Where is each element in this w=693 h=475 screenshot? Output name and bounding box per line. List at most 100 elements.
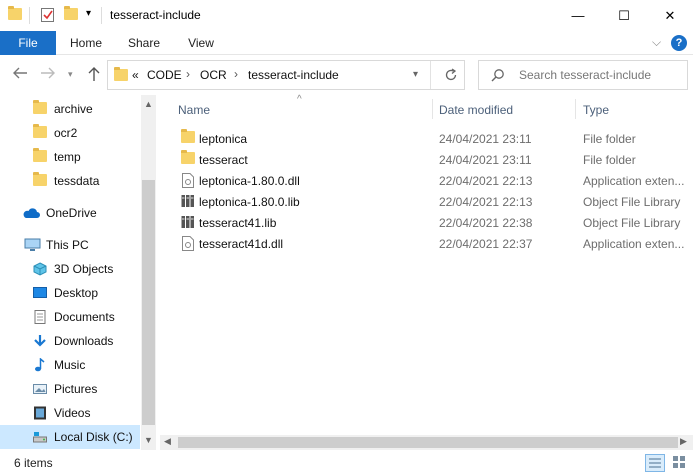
file-date: 22/04/2021 22:37: [439, 237, 533, 251]
folder-icon: [33, 100, 47, 116]
breadcrumb-tesseract-include[interactable]: tesseract-include: [248, 68, 339, 82]
maximize-button[interactable]: ☐: [601, 0, 647, 31]
nav-item-label: Documents: [54, 310, 115, 324]
dll-icon: [181, 173, 195, 188]
close-button[interactable]: ✕: [647, 0, 693, 31]
file-type: File folder: [583, 153, 636, 167]
nav-item-label: archive: [54, 102, 93, 116]
nav-item-videos[interactable]: Videos: [0, 401, 140, 425]
recent-locations-chevron-icon[interactable]: ▾: [68, 69, 73, 80]
lib-icon: [181, 194, 195, 208]
column-header-type[interactable]: Type: [583, 103, 609, 117]
address-bar[interactable]: « CODE › OCR › tesseract-include ▾: [107, 60, 465, 90]
tab-view[interactable]: View: [176, 31, 226, 55]
maximize-icon: ☐: [618, 7, 630, 23]
breadcrumb-overflow[interactable]: «: [132, 68, 139, 82]
file-row-leptonica[interactable]: leptonica 24/04/2021 23:11 File folder: [177, 128, 689, 149]
file-type: File folder: [583, 132, 636, 146]
window-title: tesseract-include: [110, 8, 201, 22]
nav-item-label: tessdata: [54, 174, 100, 188]
nav-item-label: Desktop: [54, 286, 99, 300]
nav-item-label: This PC: [46, 238, 89, 252]
folder-icon: [114, 67, 128, 84]
search-input[interactable]: Search tesseract-include: [478, 60, 688, 90]
tab-home[interactable]: Home: [60, 31, 112, 55]
properties-icon[interactable]: [40, 7, 56, 25]
file-row-leptonica-lib[interactable]: leptonica-1.80.0.lib 22/04/2021 22:13 Ob…: [177, 191, 689, 212]
folder-icon[interactable]: [8, 6, 22, 26]
close-icon: ✕: [664, 7, 676, 23]
folder-icon: [33, 172, 47, 188]
local-disk-icon: [33, 430, 47, 444]
file-name: tesseract41d.dll: [199, 237, 284, 251]
file-row-tesseract41d-dll[interactable]: tesseract41d.dll 22/04/2021 22:37 Applic…: [177, 233, 689, 254]
nav-item-label: Videos: [54, 406, 91, 420]
breadcrumb-code[interactable]: CODE: [147, 68, 182, 82]
nav-item-this-pc[interactable]: This PC: [0, 233, 140, 257]
tab-share[interactable]: Share: [118, 31, 170, 55]
column-divider[interactable]: [575, 99, 576, 119]
customize-quick-access-icon[interactable]: ▾: [86, 8, 91, 26]
column-header-name[interactable]: Name: [178, 103, 210, 117]
new-folder-icon[interactable]: [64, 6, 78, 26]
nav-item-3d-objects[interactable]: 3D Objects: [0, 257, 140, 281]
nav-item-temp[interactable]: temp: [0, 145, 140, 169]
file-row-tesseract[interactable]: tesseract 24/04/2021 23:11 File folder: [177, 149, 689, 170]
nav-item-tessdata[interactable]: tessdata: [0, 169, 140, 193]
help-icon[interactable]: ?: [671, 35, 687, 51]
large-icons-view-icon[interactable]: [670, 454, 688, 472]
nav-item-documents[interactable]: Documents: [0, 305, 140, 329]
videos-icon: [33, 406, 47, 420]
expand-ribbon-icon[interactable]: ⌵: [652, 35, 661, 50]
refresh-icon[interactable]: [444, 68, 458, 85]
file-name: leptonica-1.80.0.dll: [199, 174, 300, 188]
column-divider[interactable]: [432, 99, 433, 119]
file-name: tesseract41.lib: [199, 216, 277, 230]
file-type: Application exten...: [583, 237, 685, 251]
nav-item-desktop[interactable]: Desktop: [0, 281, 140, 305]
tab-file[interactable]: File: [0, 31, 56, 55]
minimize-button[interactable]: —: [555, 0, 601, 31]
file-date: 22/04/2021 22:13: [439, 174, 533, 188]
forward-arrow-icon[interactable]: [40, 66, 56, 83]
nav-item-ocr2[interactable]: ocr2: [0, 121, 140, 145]
nav-item-label: Downloads: [54, 334, 114, 348]
scroll-up-icon[interactable]: ▲: [144, 99, 153, 109]
file-name: tesseract: [199, 153, 248, 167]
folder-icon: [33, 148, 47, 164]
pictures-icon: [33, 382, 47, 396]
nav-item-label: Music: [54, 358, 86, 372]
chevron-right-icon[interactable]: ›: [186, 67, 190, 81]
dll-icon: [181, 236, 195, 251]
divider: [101, 7, 102, 24]
navigation-scroll-thumb[interactable]: [142, 180, 155, 425]
up-arrow-icon[interactable]: [87, 66, 101, 85]
nav-item-local-disk-c[interactable]: Local Disk (C:): [0, 425, 140, 449]
file-row-leptonica-dll[interactable]: leptonica-1.80.0.dll 22/04/2021 22:13 Ap…: [177, 170, 689, 191]
horizontal-scroll-thumb[interactable]: [178, 437, 678, 448]
scroll-left-icon[interactable]: ◀: [164, 436, 171, 447]
nav-item-downloads[interactable]: Downloads: [0, 329, 140, 353]
nav-item-label: Pictures: [54, 382, 98, 396]
scroll-down-icon[interactable]: ▼: [144, 435, 153, 445]
nav-item-pictures[interactable]: Pictures: [0, 377, 140, 401]
computer-icon: [24, 238, 42, 252]
breadcrumb-ocr[interactable]: OCR: [200, 68, 227, 82]
back-arrow-icon[interactable]: [12, 66, 28, 83]
file-list: ^ Name Date modified Type leptonica 24/0…: [160, 94, 693, 435]
chevron-right-icon[interactable]: ›: [234, 67, 238, 81]
scroll-right-icon[interactable]: ▶: [680, 436, 687, 447]
file-row-tesseract41-lib[interactable]: tesseract41.lib 22/04/2021 22:38 Object …: [177, 212, 689, 233]
nav-item-onedrive[interactable]: OneDrive: [0, 201, 140, 225]
nav-item-archive[interactable]: archive: [0, 97, 140, 121]
search-icon: [491, 68, 505, 85]
onedrive-cloud-icon: [22, 207, 40, 221]
column-header-date-modified[interactable]: Date modified: [439, 103, 513, 117]
nav-item-label: Local Disk (C:): [54, 430, 133, 444]
nav-item-music[interactable]: Music: [0, 353, 140, 377]
details-view-icon[interactable]: [645, 454, 665, 472]
file-name: leptonica: [199, 132, 248, 146]
downloads-icon: [33, 334, 47, 348]
lib-icon: [181, 215, 195, 229]
address-dropdown-chevron-icon[interactable]: ▾: [413, 69, 418, 80]
